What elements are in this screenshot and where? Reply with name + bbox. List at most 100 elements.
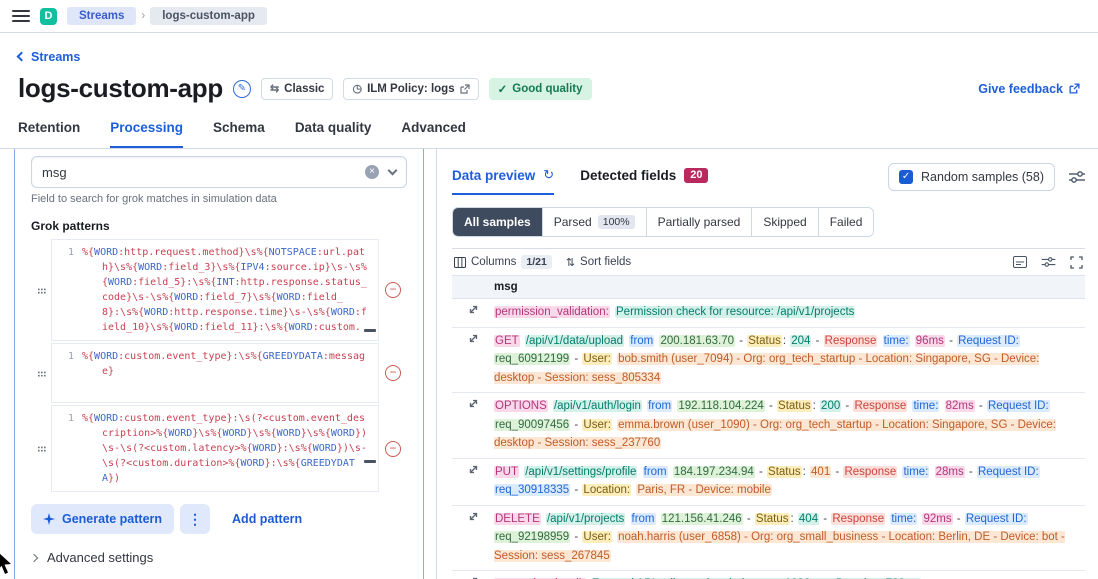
edit-title-icon[interactable]: ✎ — [233, 80, 251, 98]
grid-toolbar: Columns 1/21 ⇅ Sort fields — [452, 249, 1085, 275]
remove-pattern-icon[interactable]: − — [385, 441, 401, 457]
grok-pattern-code: %{WORD:http.request.method}\s%{NOTSPACE:… — [82, 245, 374, 335]
remove-pattern-icon[interactable]: − — [385, 282, 401, 298]
table-row: permission_validation: Permission check … — [452, 299, 1085, 328]
give-feedback-link[interactable]: Give feedback — [978, 82, 1080, 96]
grok-processor-panel: Source Field msg × Field to search for g… — [14, 149, 424, 579]
chevron-left-icon — [17, 52, 27, 62]
breadcrumb-streams[interactable]: Streams — [67, 7, 136, 25]
pattern-menu-button[interactable]: ⋮ — [180, 504, 210, 534]
tab-detected-fields[interactable]: Detected fields 20 — [580, 168, 708, 195]
random-samples-checkbox[interactable]: ✓ — [899, 170, 913, 184]
drag-handle-icon[interactable]: ⠿ — [31, 442, 51, 455]
columns-button[interactable]: Columns 1/21 — [454, 255, 552, 269]
menu-icon[interactable] — [12, 10, 30, 22]
preview-tabs: Data preview ↻ Detected fields 20 ✓ Rand… — [452, 163, 1085, 199]
filter-failed[interactable]: Failed — [818, 208, 874, 236]
detected-fields-count-badge: 20 — [684, 168, 708, 183]
external-link-icon — [1069, 83, 1080, 94]
source-field-combobox[interactable]: msg × — [31, 156, 407, 188]
quality-badge[interactable]: ✓ Good quality — [489, 78, 592, 100]
back-to-streams-link[interactable]: Streams — [18, 50, 80, 64]
filter-parsed[interactable]: Parsed100% — [542, 208, 646, 236]
expand-row-icon[interactable] — [452, 393, 494, 409]
drag-handle-icon[interactable]: ⠿ — [31, 284, 51, 297]
classic-badge: ⇆ Classic — [261, 78, 334, 100]
check-circle-icon: ✓ — [498, 82, 508, 96]
columns-count-badge: 1/21 — [521, 255, 551, 269]
line-number: 1 — [52, 349, 82, 397]
grok-pattern-code: %{WORD:custom.event_type}:\s%{GREEDYDATA… — [82, 349, 374, 397]
tab-processing[interactable]: Processing — [110, 120, 183, 148]
data-preview-column: Data preview ↻ Detected fields 20 ✓ Rand… — [437, 149, 1098, 579]
table-row: DELETE /api/v1/projects from 121.156.41.… — [452, 506, 1085, 572]
grok-pattern-editor[interactable]: 1%{WORD:custom.event_type}:\s%{GREEDYDAT… — [51, 343, 379, 403]
columns-icon — [454, 257, 466, 268]
log-message: PUT /api/v1/settings/profile from 184.19… — [494, 459, 1085, 505]
add-pattern-link[interactable]: Add pattern — [232, 512, 302, 526]
generate-pattern-button[interactable]: Generate pattern — [31, 504, 174, 534]
preview-rows: permission_validation: Permission check … — [452, 299, 1085, 579]
processor-editor-column: Source Field msg × Field to search for g… — [0, 149, 437, 579]
grok-patterns-label: Grok patterns — [31, 219, 407, 233]
filter-partially-parsed[interactable]: Partially parsed — [646, 208, 752, 236]
clear-field-icon[interactable]: × — [365, 165, 379, 179]
sort-fields-button[interactable]: ⇅ Sort fields — [566, 256, 631, 269]
advanced-settings-toggle[interactable]: Advanced settings — [31, 550, 407, 565]
sample-filter-group: All samplesParsed100%Partially parsedSki… — [452, 207, 874, 237]
expand-row-icon[interactable] — [452, 328, 494, 344]
source-field-value[interactable]: msg — [42, 165, 365, 180]
editor-scrollbar[interactable] — [364, 460, 376, 463]
stream-tabs: Retention Processing Schema Data quality… — [0, 120, 1098, 149]
sliders-icon[interactable] — [1069, 170, 1085, 184]
refresh-icon[interactable]: ↻ — [543, 167, 554, 183]
expand-row-icon[interactable] — [452, 506, 494, 522]
source-field-help: Field to search for grok matches in simu… — [31, 193, 407, 205]
expand-row-icon[interactable] — [452, 571, 494, 579]
table-row: OPTIONS /api/v1/auth/login from 192.118.… — [452, 393, 1085, 459]
log-message: permission_validation: Permission check … — [494, 299, 1085, 327]
grok-pattern-editor[interactable]: 1%{WORD:http.request.method}\s%{NOTSPACE… — [51, 239, 379, 341]
msg-column-header: msg — [494, 281, 518, 293]
clock-icon: ◷ — [352, 82, 362, 95]
drag-handle-icon[interactable]: ⠿ — [31, 367, 51, 380]
table-row: GET /api/v1/data/upload from 200.181.63.… — [452, 328, 1085, 394]
display-density-icon[interactable] — [1013, 256, 1027, 268]
expand-row-icon[interactable] — [452, 459, 494, 475]
grid-settings-icon[interactable] — [1041, 256, 1056, 268]
expand-row-icon[interactable] — [452, 299, 494, 315]
tab-data-quality[interactable]: Data quality — [295, 120, 372, 148]
remove-pattern-icon[interactable]: − — [385, 365, 401, 381]
log-message: GET /api/v1/data/upload from 200.181.63.… — [494, 328, 1085, 393]
grok-pattern-row: ⠿1%{WORD:http.request.method}\s%{NOTSPAC… — [31, 239, 407, 341]
filter-all-samples[interactable]: All samples — [453, 208, 542, 236]
breadcrumb-separator-icon: › — [140, 10, 146, 22]
ilm-policy-badge[interactable]: ◷ ILM Policy: logs — [343, 78, 478, 100]
log-message: OPTIONS /api/v1/auth/login from 192.118.… — [494, 393, 1085, 458]
editor-scrollbar[interactable] — [364, 329, 376, 332]
mouse-cursor — [0, 551, 14, 575]
breadcrumb: Streams › logs-custom-app — [67, 7, 267, 25]
table-row: PUT /api/v1/settings/profile from 184.19… — [452, 459, 1085, 506]
swap-icon: ⇆ — [270, 82, 279, 95]
sort-icon: ⇅ — [566, 256, 575, 269]
page-header: Streams logs-custom-app ✎ ⇆ Classic ◷ IL… — [0, 33, 1098, 104]
filter-skipped[interactable]: Skipped — [751, 208, 817, 236]
chevron-right-icon — [30, 553, 38, 561]
breadcrumb-current[interactable]: logs-custom-app — [150, 7, 267, 25]
tab-advanced[interactable]: Advanced — [401, 120, 466, 148]
chevron-down-icon[interactable] — [388, 166, 398, 176]
fullscreen-icon[interactable] — [1070, 256, 1083, 269]
line-number: 1 — [52, 411, 82, 486]
tab-schema[interactable]: Schema — [213, 120, 265, 148]
project-logo[interactable]: D — [40, 8, 57, 25]
sparkle-icon — [43, 513, 55, 525]
grok-pattern-list: ⠿1%{WORD:http.request.method}\s%{NOTSPAC… — [31, 239, 407, 492]
grok-pattern-editor[interactable]: 1%{WORD:custom.event_type}:\s(?<custom.e… — [51, 405, 379, 492]
tab-data-preview[interactable]: Data preview ↻ — [452, 167, 554, 195]
grid-column-header[interactable]: msg — [452, 275, 1085, 299]
external-link-icon — [460, 84, 470, 94]
grok-pattern-row: ⠿1%{WORD:custom.event_type}:\s%{GREEDYDA… — [31, 343, 407, 403]
tab-retention[interactable]: Retention — [18, 120, 80, 148]
random-samples-control[interactable]: ✓ Random samples (58) — [888, 163, 1055, 191]
